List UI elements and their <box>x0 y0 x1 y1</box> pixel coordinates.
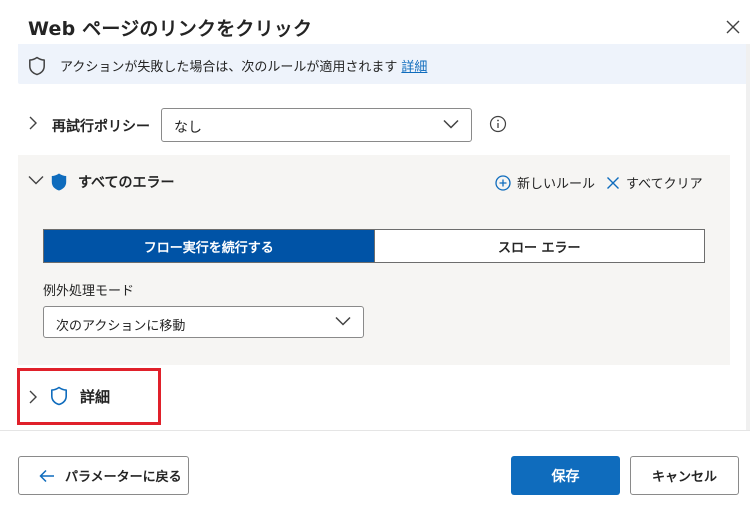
retry-policy-label: 再試行ポリシー <box>52 119 150 135</box>
info-bar: アクションが失敗した場合は、次のルールが適用されます 詳細 <box>18 44 750 84</box>
chevron-right-icon[interactable] <box>28 115 38 131</box>
clear-all-label: すべてクリア <box>626 177 703 192</box>
chevron-down-icon <box>335 316 351 326</box>
new-rule-button[interactable]: 新しいルール <box>495 173 595 192</box>
shield-filled-icon <box>51 173 67 191</box>
retry-policy-dropdown[interactable]: なし <box>161 108 472 142</box>
clear-all-button[interactable]: すべてクリア <box>606 173 703 192</box>
error-handling-toggle: フロー実行を続行する スロー エラー <box>43 229 705 263</box>
info-details-link[interactable]: 詳細 <box>401 60 427 75</box>
chevron-down-icon[interactable] <box>28 175 44 185</box>
highlight-box <box>17 368 161 425</box>
info-text: アクションが失敗した場合は、次のルールが適用されます 詳細 <box>60 56 427 75</box>
scrollbar[interactable] <box>746 44 750 430</box>
dismiss-icon <box>607 176 619 189</box>
dialog: Web ページのリンクをクリック アクションが失敗した場合は、次のルールが適用さ… <box>0 0 750 507</box>
save-button[interactable]: 保存 <box>511 456 620 495</box>
new-rule-label: 新しいルール <box>517 177 596 192</box>
exception-mode-dropdown[interactable]: 次のアクションに移動 <box>43 306 364 338</box>
close-icon <box>726 20 740 34</box>
shield-outline-icon <box>29 56 45 76</box>
toggle-throw-error[interactable]: スロー エラー <box>373 230 704 262</box>
toggle-continue-flow[interactable]: フロー実行を続行する <box>44 230 374 262</box>
add-circle-icon <box>495 174 511 191</box>
cancel-button[interactable]: キャンセル <box>630 456 739 495</box>
footer-divider <box>0 430 750 431</box>
back-to-parameters-button[interactable]: パラメーターに戻る <box>18 456 189 495</box>
retry-policy-row: 再試行ポリシー なし <box>18 106 718 142</box>
info-message: アクションが失敗した場合は、次のルールが適用されます <box>60 60 398 75</box>
dialog-title: Web ページのリンクをクリック <box>28 18 313 40</box>
all-errors-header[interactable]: すべてのエラー 新しいルール すべてクリア <box>18 155 730 209</box>
arrow-left-icon <box>39 469 54 482</box>
all-errors-panel: すべてのエラー 新しいルール すべてクリア フロー実行を続行する スロー エラー… <box>18 155 730 365</box>
exception-mode-label: 例外処理モード <box>43 284 135 299</box>
info-icon[interactable] <box>489 115 507 133</box>
exception-mode-value: 次のアクションに移動 <box>56 319 186 334</box>
all-errors-title: すべてのエラー <box>78 175 175 191</box>
chevron-down-icon <box>443 119 459 129</box>
back-label: パラメーターに戻る <box>65 470 182 485</box>
close-button[interactable] <box>720 14 746 40</box>
retry-policy-value: なし <box>174 120 202 136</box>
